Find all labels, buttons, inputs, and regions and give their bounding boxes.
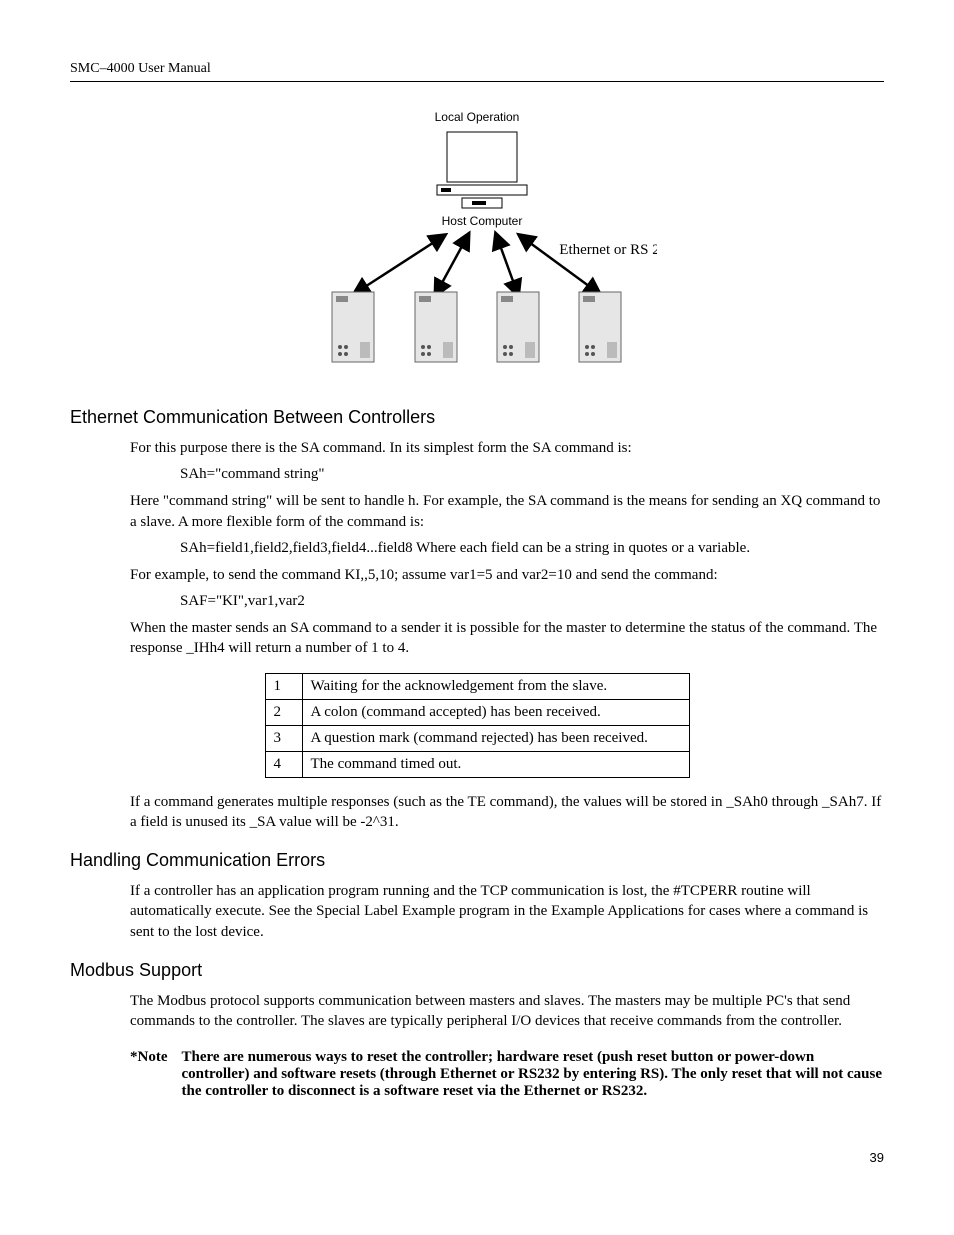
note-block: *Note There are numerous ways to reset t… [130, 1049, 884, 1100]
heading-ethernet: Ethernet Communication Between Controlle… [70, 407, 884, 428]
host-computer-icon [437, 132, 527, 208]
para: For this purpose there is the SA command… [130, 438, 884, 458]
note-label: *Note [130, 1049, 168, 1100]
table-row: 2 A colon (command accepted) has been re… [265, 699, 689, 725]
cell-desc: The command timed out. [302, 751, 689, 777]
code-line: SAF="KI",var1,var2 [180, 593, 884, 610]
diagram-label-local-operation: Local Operation [435, 110, 520, 124]
heading-modbus: Modbus Support [70, 960, 884, 981]
controller-icon [579, 292, 621, 362]
table-row: 4 The command timed out. [265, 751, 689, 777]
page-header: SMC–4000 User Manual [70, 60, 884, 82]
diagram-label-link: Ethernet or RS 232 [559, 242, 657, 258]
para: Here "command string" will be sent to ha… [130, 491, 884, 532]
diagram-label-host: Host Computer [442, 214, 523, 228]
manual-title: SMC–4000 User Manual [70, 61, 211, 76]
status-table: 1 Waiting for the acknowledgement from t… [265, 673, 690, 778]
cell-num: 4 [265, 751, 302, 777]
controller-icon [332, 292, 374, 362]
heading-errors: Handling Communication Errors [70, 850, 884, 871]
network-diagram: Local Operation Host Computer Ethernet o… [70, 107, 884, 377]
cell-num: 1 [265, 673, 302, 699]
code-line: SAh=field1,field2,field3,field4...field8… [180, 540, 884, 557]
note-body: There are numerous ways to reset the con… [182, 1049, 885, 1100]
cell-desc: Waiting for the acknowledgement from the… [302, 673, 689, 699]
controller-icon [415, 292, 457, 362]
table-row: 3 A question mark (command rejected) has… [265, 725, 689, 751]
cell-num: 3 [265, 725, 302, 751]
para: If a command generates multiple response… [130, 792, 884, 833]
code-line: SAh="command string" [180, 466, 884, 483]
cell-num: 2 [265, 699, 302, 725]
para: The Modbus protocol supports communicati… [130, 991, 884, 1032]
para: When the master sends an SA command to a… [130, 618, 884, 659]
diagram-svg: Host Computer Ethernet or RS 232 [297, 127, 657, 377]
table-row: 1 Waiting for the acknowledgement from t… [265, 673, 689, 699]
cell-desc: A colon (command accepted) has been rece… [302, 699, 689, 725]
controller-icon [497, 292, 539, 362]
para: For example, to send the command KI,,5,1… [130, 565, 884, 585]
cell-desc: A question mark (command rejected) has b… [302, 725, 689, 751]
para: If a controller has an application progr… [130, 881, 884, 942]
page-number: 39 [70, 1150, 884, 1165]
